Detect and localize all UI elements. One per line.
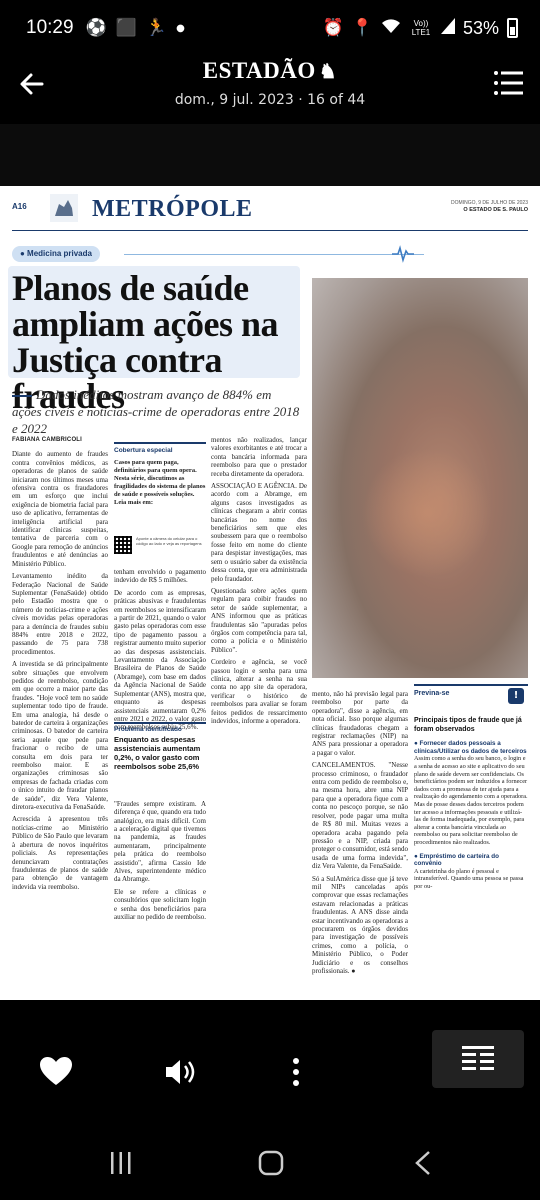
heartbeat-icon: [392, 244, 414, 264]
article-column-1: FABIANA CAMBRICOLI Diante do aumento de …: [12, 436, 108, 988]
prevention-sidebar: Previna-se ! Principais tipos de fraude …: [414, 684, 528, 994]
sidebar-item: ● Fornecer dados pessoais a clínicas/Uti…: [414, 740, 528, 846]
box-kicker: Cobertura especial: [114, 447, 173, 454]
date-line: DOMINGO, 9 DE JULHO DE 2023: [451, 200, 528, 206]
heart-icon[interactable]: [38, 1054, 74, 1090]
page-date: DOMINGO, 9 DE JULHO DE 2023 O ESTADO DE …: [451, 200, 528, 214]
paragraph: "Fraudes sempre existiram. A diferença é…: [114, 799, 206, 884]
article-column-4: mento, não há previsão legal para reembo…: [312, 690, 408, 990]
topic-tag-row: ● Medicina privada: [12, 244, 432, 264]
paragraph: ASSOCIAÇÃO E AGÊNCIA. De acordo com a Ab…: [211, 482, 307, 583]
pullquote-kicker: Problema identificado: [114, 726, 182, 733]
brand-logo: ESTADÃO ♞: [0, 58, 540, 84]
status-bar: 10:29 ⚽ ⬛ 🏃 ● ⏰ 📍 Vo)) LTE1 53%: [0, 0, 540, 56]
home-icon[interactable]: [258, 1150, 284, 1176]
sidebar-item-body: A carteirinha do plano é pessoal e intra…: [414, 867, 524, 890]
qr-caption: Aponte a câmera do celular para o código…: [136, 536, 202, 546]
runner-icon: 🏃: [145, 18, 168, 38]
back-nav-icon[interactable]: [414, 1150, 432, 1176]
deck-bar: [12, 395, 32, 398]
section-title: METRÓPOLE: [92, 196, 253, 222]
paragraph: Cordeiro e agência, se você passou login…: [211, 658, 307, 725]
article-list-button[interactable]: [432, 1030, 524, 1088]
paragraph: Questionada sobre ações quem regulam par…: [211, 586, 307, 654]
sidebar-item: ● Empréstimo de carteira do convênio A c…: [414, 853, 528, 891]
edition-info: dom., 9 jul. 2023 · 16 of 44: [174, 92, 366, 108]
alert-icon: !: [508, 688, 524, 704]
divider-line: [124, 254, 424, 255]
paragraph: mento, não há previsão legal para reembo…: [312, 690, 408, 757]
bottom-action-bar: [0, 1000, 540, 1124]
byline: FABIANA CAMBRICOLI: [12, 437, 83, 443]
masthead-rule: [12, 230, 528, 231]
more-vertical-icon[interactable]: [286, 1054, 306, 1090]
newspaper-seal-icon: [50, 194, 78, 222]
sidebar-item-head: ● Empréstimo de carteira do convênio: [414, 852, 499, 868]
deck: Dados inéditos mostram avanço de 884% em…: [12, 386, 302, 437]
viewer-margin: [0, 124, 540, 186]
menu-icon[interactable]: [494, 70, 524, 96]
alarm-icon: ⏰: [322, 18, 344, 38]
dot-icon: ●: [176, 22, 185, 34]
pullquote-text: Enquanto as despesas assistenciais aumen…: [114, 735, 201, 771]
app-bar: ESTADÃO ♞ dom., 9 jul. 2023 · 16 of 44: [0, 56, 540, 124]
paragraph: De acordo com as empresas, práticas abus…: [114, 588, 206, 732]
article-list-icon: [462, 1046, 494, 1070]
paragraph: Ele se refere a clínicas e consultórios …: [114, 887, 206, 921]
signal-icon: [440, 17, 455, 39]
horse-rider-icon: ♞: [318, 61, 338, 83]
paragraph: Acrescida à apresentou três notícias-cri…: [12, 815, 108, 891]
soccer-ball-icon: ⚽: [85, 18, 107, 38]
paragraph: tenham envolvido o pagamento indevido de…: [114, 568, 206, 585]
sidebar-item-body: Assim como a senha do seu banco, o login…: [414, 755, 528, 846]
brand-name: ESTADÃO: [202, 58, 316, 83]
box-text: Casos para quem paga, definitários para …: [114, 459, 206, 506]
paragraph: CANCELAMENTOS. "Nesse processo criminoso…: [312, 761, 408, 871]
paper-name: O ESTADO DE S. PAULO: [463, 207, 528, 213]
photo-blur: [362, 448, 492, 578]
qr-code[interactable]: [114, 536, 132, 554]
battery-icon: [507, 18, 518, 38]
deck-text: Dados inéditos mostram avanço de 884% em…: [12, 387, 300, 436]
sidebar-title: Principais tipos de fraude que já foram …: [414, 717, 522, 733]
paragraph: Diante do aumento de fraudes contra conv…: [12, 450, 108, 568]
battery-percent: 53%: [462, 17, 499, 38]
pull-quote: Problema identificado Enquanto as despes…: [114, 722, 206, 778]
sidebar-item-head: ● Fornecer dados pessoais a clínicas/Uti…: [414, 740, 527, 755]
volte-indicator: Vo)) LTE1: [411, 19, 431, 37]
paragraph: mentos não realizados, lançar valores ex…: [211, 436, 307, 478]
location-icon: 📍: [351, 18, 373, 38]
special-coverage-box[interactable]: Cobertura especial Casos para quem paga,…: [114, 442, 206, 562]
article-photo: [312, 278, 528, 678]
sidebar-rule: [414, 684, 528, 686]
page-number: A16: [12, 202, 27, 211]
status-time: 10:29: [26, 17, 74, 38]
wifi-icon: [381, 18, 401, 39]
speaker-icon[interactable]: [162, 1054, 198, 1090]
paragraph: Só a SulAmérica disse que já teve mil NI…: [312, 874, 408, 975]
system-nav-bar: [0, 1124, 540, 1200]
recents-icon[interactable]: [110, 1150, 132, 1176]
paragraph: A investida se dá principalmente sobre s…: [12, 660, 108, 812]
camera-icon: ⬛: [115, 18, 137, 38]
newspaper-page[interactable]: A16 METRÓPOLE DOMINGO, 9 DE JULHO DE 202…: [0, 186, 540, 1000]
paragraph: Levantamento inédito da Federação Nacion…: [12, 572, 108, 656]
article-column-3: mentos não realizados, lançar valores ex…: [211, 436, 307, 988]
topic-tag: ● Medicina privada: [12, 246, 100, 262]
